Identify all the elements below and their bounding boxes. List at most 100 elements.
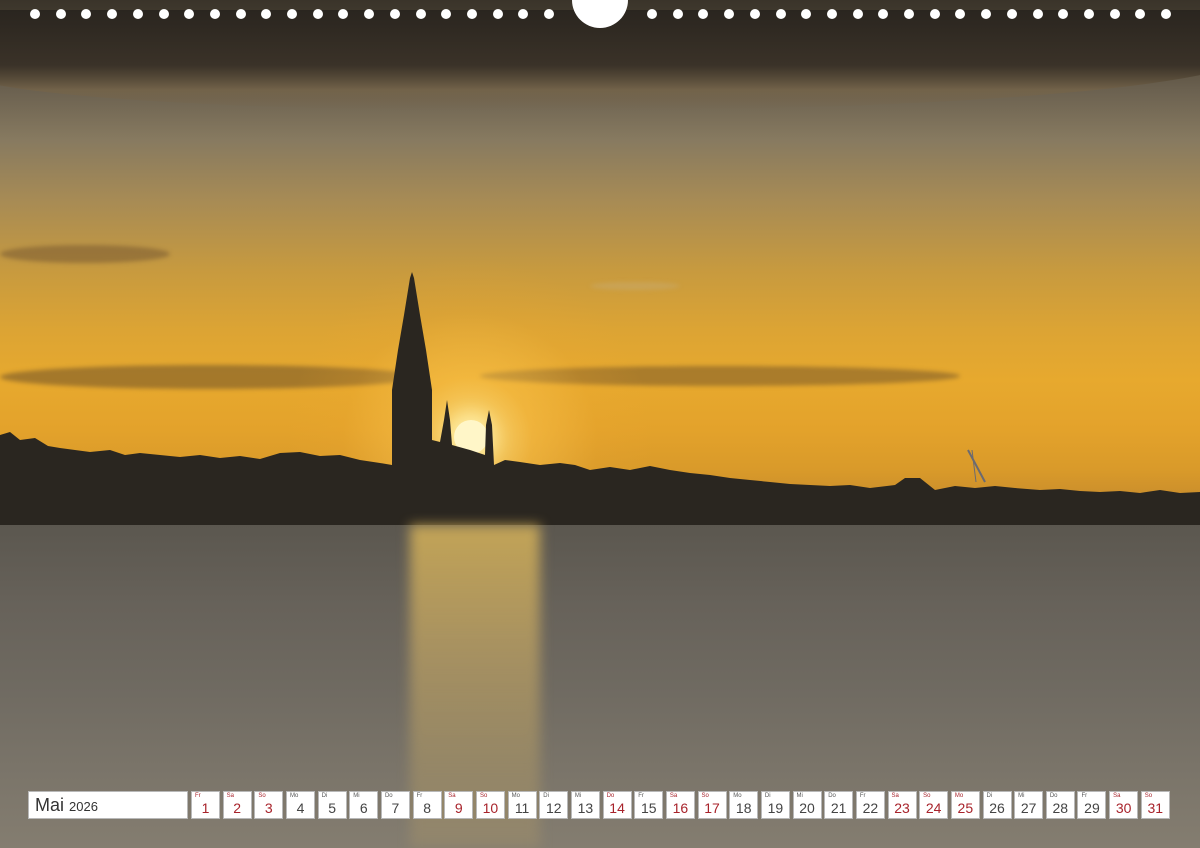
binding-hole bbox=[981, 9, 992, 19]
binding-hole bbox=[158, 9, 169, 19]
weekday-label: Fr bbox=[1081, 793, 1088, 799]
day-cell: Mo 18 bbox=[729, 791, 759, 819]
day-cell: Sa 23 bbox=[887, 791, 917, 819]
day-number: 25 bbox=[957, 800, 974, 816]
day-cell: Do 21 bbox=[824, 791, 854, 819]
day-cell: Sa 30 bbox=[1109, 791, 1139, 819]
binding-hole bbox=[878, 9, 889, 19]
month-label-box: Mai 2026 bbox=[28, 791, 188, 819]
day-number: 20 bbox=[799, 800, 815, 816]
day-cell: Mi 13 bbox=[570, 791, 600, 819]
weekday-label: Do bbox=[1049, 793, 1058, 799]
weekday-label: Sa bbox=[226, 793, 234, 799]
weekday-label: So bbox=[701, 793, 709, 799]
weekday-label: Mi bbox=[1018, 793, 1025, 799]
binding-hole bbox=[441, 9, 452, 19]
weekday-label: Do bbox=[606, 793, 615, 799]
binding-hole bbox=[929, 9, 940, 19]
binding-hole bbox=[544, 9, 554, 19]
binding-hole bbox=[1058, 9, 1069, 19]
weekday-label: Sa bbox=[1113, 793, 1121, 799]
binding-hole bbox=[1006, 9, 1017, 19]
binding-hole bbox=[338, 9, 349, 19]
binding-hole bbox=[389, 9, 400, 19]
day-number: 24 bbox=[925, 800, 942, 816]
day-number: 23 bbox=[894, 800, 910, 816]
binding-hole bbox=[749, 9, 760, 19]
day-number: 5 bbox=[328, 800, 337, 816]
binding-hole bbox=[724, 9, 735, 19]
day-number: 10 bbox=[482, 800, 499, 816]
day-number: 9 bbox=[454, 800, 463, 816]
binding-hole bbox=[30, 9, 40, 19]
binding-hole bbox=[415, 9, 426, 19]
day-number: 26 bbox=[989, 800, 1005, 816]
day-cell: So 24 bbox=[919, 791, 949, 819]
weekday-label: So bbox=[258, 793, 266, 799]
day-number: 19 bbox=[767, 800, 784, 816]
binding-hole bbox=[287, 9, 297, 19]
binding-hole bbox=[261, 9, 272, 19]
weekday-label: Mo bbox=[289, 793, 299, 799]
day-number: 18 bbox=[735, 800, 752, 816]
day-cell: So 17 bbox=[697, 791, 727, 819]
weekday-label: Mi bbox=[574, 793, 582, 799]
day-number: 3 bbox=[264, 800, 273, 816]
binding-hole bbox=[518, 9, 529, 19]
weekday-label: Di bbox=[543, 793, 549, 799]
weekday-label: Mi bbox=[353, 793, 360, 799]
weekday-label: Mo bbox=[733, 793, 742, 799]
day-cell: Fr 29 bbox=[1077, 791, 1107, 819]
weekday-label: So bbox=[923, 793, 931, 799]
weekday-label: Sa bbox=[448, 793, 456, 799]
binding-hole bbox=[698, 9, 709, 19]
weekday-label: Mo bbox=[511, 793, 520, 799]
weekday-label: Sa bbox=[669, 793, 678, 799]
day-cell: Mi 27 bbox=[1014, 791, 1044, 819]
binding-hole bbox=[364, 9, 375, 19]
day-number: 13 bbox=[577, 800, 594, 816]
day-cell: Mo 11 bbox=[507, 791, 537, 819]
month-name: Mai bbox=[35, 794, 65, 815]
day-number: 1 bbox=[201, 800, 210, 816]
binding-hole bbox=[955, 9, 966, 19]
binding-hole bbox=[647, 9, 657, 19]
day-cell: Di 5 bbox=[317, 791, 347, 819]
weekday-label: Di bbox=[764, 793, 771, 799]
binding-hole bbox=[801, 9, 812, 19]
day-number: 22 bbox=[862, 800, 879, 816]
day-number: 31 bbox=[1147, 800, 1164, 816]
weekday-label: Do bbox=[384, 793, 393, 799]
binding-hole bbox=[1032, 9, 1043, 19]
day-cell: Fr 22 bbox=[855, 791, 885, 819]
weekday-label: Do bbox=[828, 793, 836, 799]
binding-hole bbox=[1161, 9, 1171, 19]
day-cell: Sa 2 bbox=[222, 791, 252, 819]
day-number: 14 bbox=[609, 800, 625, 816]
day-cell: Di 19 bbox=[760, 791, 790, 819]
day-cell: Mo 25 bbox=[950, 791, 980, 819]
binding-hole bbox=[826, 9, 837, 19]
binding-hole bbox=[235, 9, 246, 19]
day-number: 6 bbox=[359, 800, 368, 816]
binding-hole bbox=[1083, 9, 1094, 19]
weekday-label: Mo bbox=[954, 793, 964, 799]
day-number: 17 bbox=[704, 800, 720, 816]
calendar-photo bbox=[0, 0, 1200, 848]
day-number: 27 bbox=[1020, 800, 1037, 816]
day-cell: Sa 16 bbox=[665, 791, 695, 819]
weekday-label: Fr bbox=[859, 793, 866, 799]
binding-hole bbox=[184, 9, 195, 19]
day-number: 2 bbox=[233, 800, 242, 816]
day-number: 4 bbox=[296, 800, 305, 816]
day-cell: Di 12 bbox=[539, 791, 569, 819]
weekday-label: Fr bbox=[638, 793, 644, 799]
day-cell: Mi 20 bbox=[792, 791, 822, 819]
weekday-label: Fr bbox=[416, 793, 423, 799]
day-number: 21 bbox=[830, 800, 847, 816]
day-number: 11 bbox=[514, 800, 530, 816]
month-year: 2026 bbox=[69, 799, 98, 814]
binding-hole bbox=[81, 9, 92, 19]
day-cell: Do 14 bbox=[602, 791, 632, 819]
weekday-label: Di bbox=[986, 793, 993, 799]
